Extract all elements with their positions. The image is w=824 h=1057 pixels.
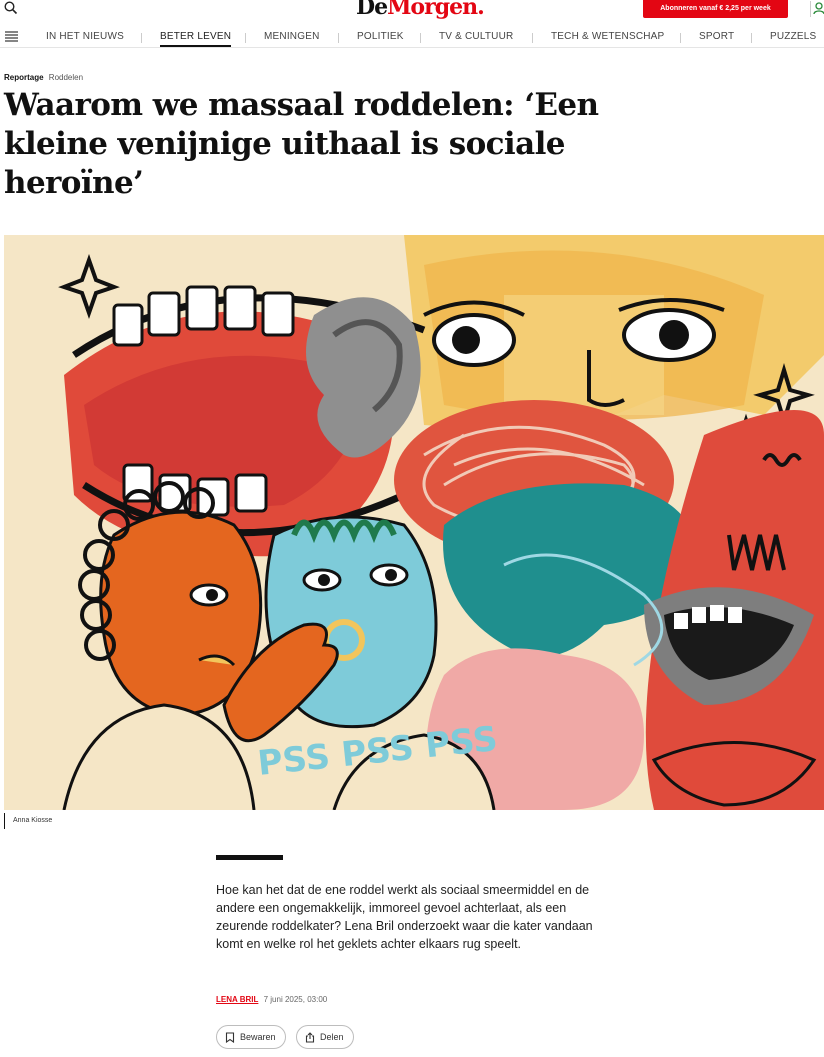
top-bar: DeMorgen. Abonneren vanaf € 2,25 per wee… xyxy=(0,0,824,22)
byline: LENA BRIL 7 juni 2025, 03:00 xyxy=(216,995,327,1004)
nav-divider xyxy=(751,33,752,43)
nav-item-tech-wetenschap[interactable]: TECH & WETENSCHAP xyxy=(551,31,664,42)
site-logo[interactable]: DeMorgen. xyxy=(356,0,485,20)
nav-divider xyxy=(680,33,681,43)
search-icon[interactable] xyxy=(4,1,20,17)
menu-icon[interactable] xyxy=(5,30,18,42)
nav-divider xyxy=(245,33,246,43)
lead-divider xyxy=(216,855,283,860)
nav-item-puzzels[interactable]: PUZZELS xyxy=(770,31,816,42)
hero-illustration: PSS PSS PSS xyxy=(4,235,824,810)
publish-date: 7 juni 2025, 03:00 xyxy=(263,995,328,1004)
author-link[interactable]: LENA BRIL xyxy=(216,995,258,1004)
nav-divider xyxy=(420,33,421,43)
article-tag-link[interactable]: Roddelen xyxy=(49,73,83,82)
main-navigation: IN HET NIEUWS BETER LEVEN MENINGEN POLIT… xyxy=(0,26,824,48)
nav-item-tv-cultuur[interactable]: TV & CULTUUR xyxy=(439,31,513,42)
nav-item-in-het-nieuws[interactable]: IN HET NIEUWS xyxy=(46,31,124,42)
save-button-label: Bewaren xyxy=(240,1032,276,1042)
article-lead: Hoe kan het dat de ene roddel werkt als … xyxy=(216,883,593,951)
nav-divider xyxy=(532,33,533,43)
nav-item-beter-leven[interactable]: BETER LEVEN xyxy=(160,31,232,47)
nav-divider xyxy=(141,33,142,43)
user-icon[interactable] xyxy=(810,1,824,17)
article-kicker: Reportage Roddelen xyxy=(4,73,83,82)
nav-item-meningen[interactable]: MENINGEN xyxy=(264,31,320,42)
article-headline: Waarom we massaal roddelen: ‘Een kleine … xyxy=(4,87,599,201)
article-type: Reportage xyxy=(4,73,44,82)
share-button-label: Delen xyxy=(320,1032,344,1042)
bookmark-icon xyxy=(225,1031,235,1043)
nav-divider xyxy=(338,33,339,43)
nav-item-politiek[interactable]: POLITIEK xyxy=(357,31,404,42)
nav-item-sport[interactable]: SPORT xyxy=(699,31,734,42)
image-credit: Anna Kiosse xyxy=(4,813,52,829)
save-button[interactable]: Bewaren xyxy=(216,1025,286,1049)
subscribe-button[interactable]: Abonneren vanaf € 2,25 per week xyxy=(643,0,788,18)
share-icon xyxy=(305,1031,315,1043)
share-button[interactable]: Delen xyxy=(296,1025,354,1049)
